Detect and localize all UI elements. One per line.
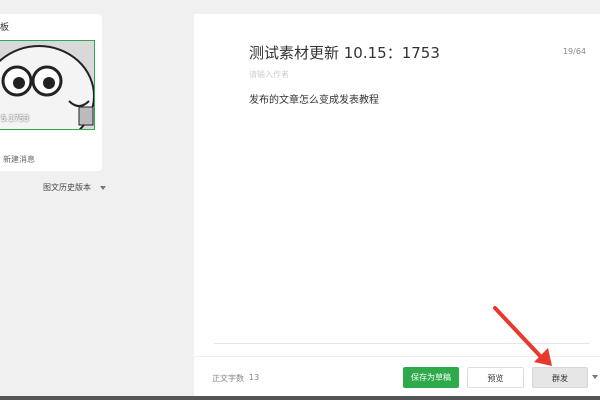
word-count-value: 13	[249, 373, 260, 382]
save-draft-button[interactable]: 保存为草稿	[403, 367, 459, 388]
send-options-dropdown[interactable]	[590, 367, 600, 388]
panel-title: 板	[0, 23, 10, 33]
history-versions-dropdown[interactable]: 图文历史版本	[43, 182, 106, 193]
history-label: 图文历史版本	[43, 183, 91, 192]
new-message-button[interactable]: 新建消息	[3, 154, 35, 165]
mass-send-button[interactable]: 群发	[532, 367, 588, 388]
thumbnail-caption: 5.1753	[1, 114, 29, 123]
preview-button[interactable]: 预览	[467, 367, 524, 388]
annotation-arrow-icon	[493, 306, 552, 366]
article-list-card: 板 5.1753 新建消息	[0, 14, 102, 171]
chevron-down-icon	[592, 375, 598, 379]
article-title-input[interactable]: 测试素材更新 10.15：1753	[249, 42, 440, 63]
taskbar-strip	[0, 396, 600, 400]
chevron-down-icon	[99, 185, 106, 190]
title-char-counter: 19/64	[562, 47, 586, 56]
word-count-label: 正文字数	[212, 374, 244, 383]
article-body-editor[interactable]: 发布的文章怎么变成发表教程	[249, 91, 379, 106]
author-input[interactable]: 请输入作者	[249, 69, 289, 80]
article-cover-thumbnail[interactable]: 5.1753	[0, 40, 95, 130]
